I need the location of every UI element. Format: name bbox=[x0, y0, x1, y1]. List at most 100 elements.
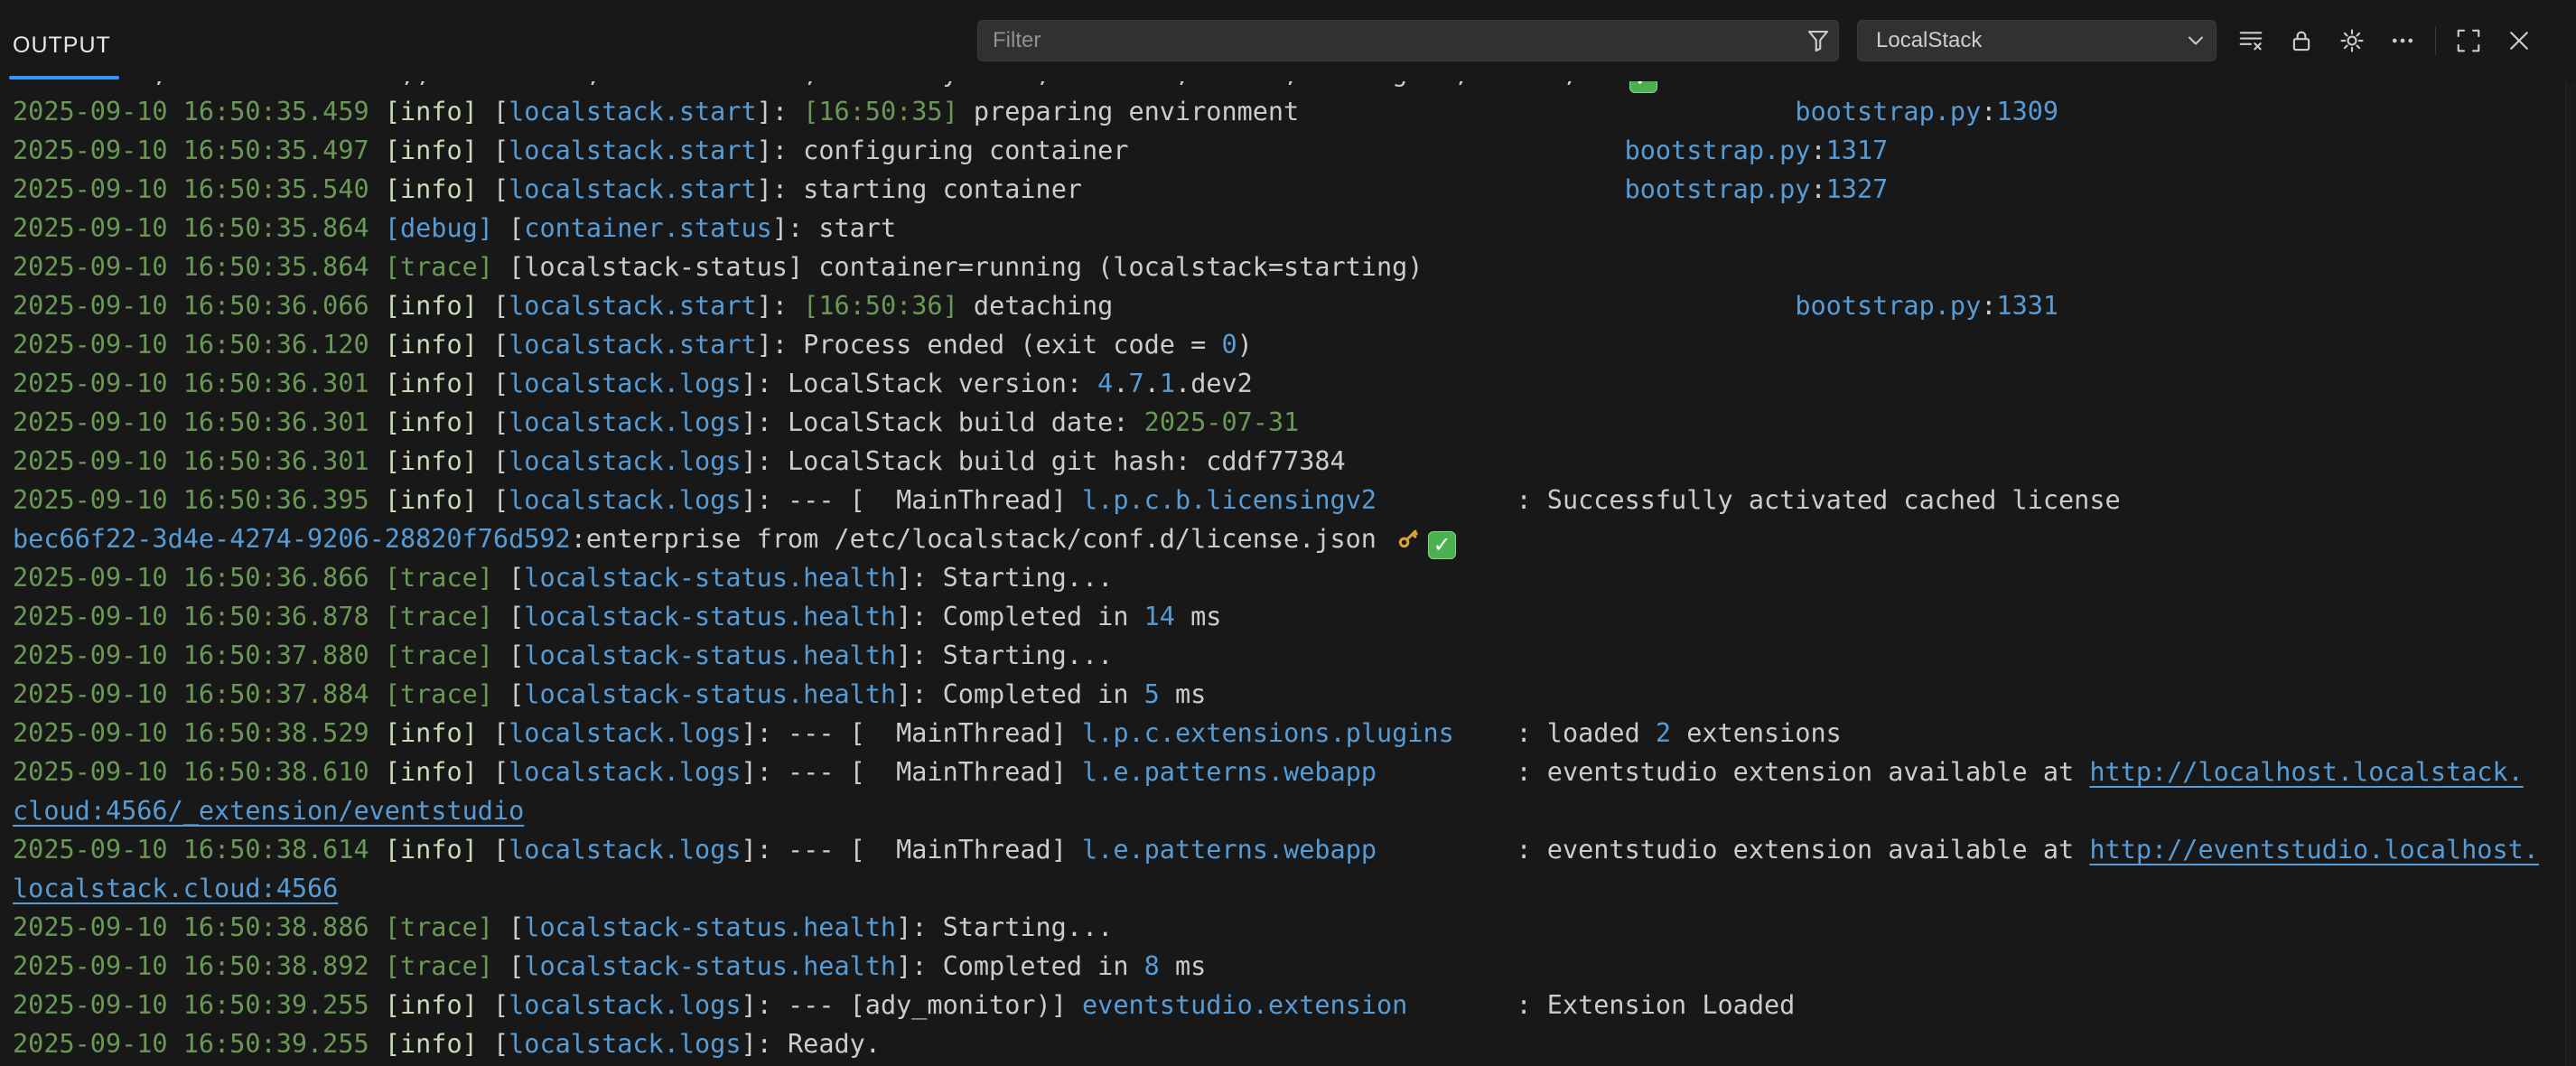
log-text: ]: bbox=[742, 990, 788, 1020]
log-text: : bbox=[1981, 291, 1996, 321]
log-text: localstack.logs bbox=[509, 369, 741, 398]
log-text: LocalStack build git hash: cddf77384 bbox=[788, 446, 1346, 476]
log-url-link[interactable]: localstack.cloud:4566 bbox=[13, 874, 338, 903]
more-icon bbox=[2389, 27, 2416, 54]
log-text: [ bbox=[493, 718, 509, 748]
log-text: localstack.logs bbox=[509, 718, 741, 748]
log-text: ]: bbox=[896, 679, 942, 709]
log-url-link[interactable]: http://localhost.localstack. bbox=[2089, 757, 2523, 787]
log-row: 2025-09-10 16:50:36.301 [info] [localsta… bbox=[13, 442, 2563, 481]
log-text: [info] bbox=[385, 835, 478, 865]
log-text: ]: bbox=[772, 213, 818, 243]
log-text bbox=[369, 330, 385, 360]
log-text: LocalStack version: bbox=[788, 369, 1097, 398]
log-text: ) bbox=[1237, 330, 1253, 360]
filter-input[interactable] bbox=[978, 28, 1798, 53]
file-link[interactable]: bootstrap.py bbox=[1625, 136, 1811, 165]
check-emoji: ✓ bbox=[1428, 531, 1456, 559]
log-text: [info] bbox=[385, 407, 478, 437]
settings-button[interactable] bbox=[2327, 20, 2377, 61]
log-text: ms bbox=[1160, 679, 1206, 709]
log-text: Starting... bbox=[943, 641, 1114, 670]
log-text: 2025-09-10 16:50:35.864 bbox=[13, 252, 369, 282]
log-text: [trace] bbox=[385, 679, 493, 709]
log-text bbox=[1454, 718, 1517, 748]
more-actions-button[interactable] bbox=[2377, 20, 2428, 61]
tab-output[interactable]: OUTPUT bbox=[13, 33, 111, 59]
log-text: [ bbox=[493, 369, 509, 398]
log-row: 2025-09-10 16:50:38.614 [info] [localsta… bbox=[13, 830, 2563, 869]
log-text: . , . ,, . , . , . y ,. , , g , ., bbox=[13, 81, 1593, 88]
lock-button[interactable] bbox=[2276, 20, 2327, 61]
log-text: ]: bbox=[742, 369, 788, 398]
log-text: 2025-09-10 16:50:36.878 bbox=[13, 602, 369, 631]
log-text: : eventstudio extension available at bbox=[1516, 835, 2089, 865]
log-url-link[interactable]: cloud:4566/_extension/eventstudio bbox=[13, 796, 524, 826]
log-text: --- [ady_monitor)] bbox=[788, 990, 1082, 1020]
log-text bbox=[493, 679, 509, 709]
log-text: ]: bbox=[896, 563, 942, 593]
log-text: l.e.patterns.webapp bbox=[1082, 757, 1377, 787]
log-text bbox=[478, 1029, 493, 1059]
log-text: 14 bbox=[1144, 602, 1175, 631]
log-text: 7 bbox=[1129, 369, 1144, 398]
log-text: [ bbox=[509, 213, 524, 243]
log-text: localstack-status.health bbox=[524, 679, 896, 709]
log-lines[interactable]: . , . ,, . , . , . y ,. , , g , ., ✓2025… bbox=[13, 81, 2563, 1066]
log-text: ]: bbox=[757, 97, 803, 126]
close-panel-button[interactable] bbox=[2494, 20, 2544, 61]
log-text: l.p.c.extensions.plugins bbox=[1082, 718, 1454, 748]
log-text: [info] bbox=[385, 446, 478, 476]
log-text: 2025-09-10 16:50:37.884 bbox=[13, 679, 369, 709]
log-row: 2025-09-10 16:50:37.880 [trace] [localst… bbox=[13, 636, 2563, 675]
log-text: 2025-07-31 bbox=[1144, 407, 1300, 437]
log-text: localstack-status.health bbox=[524, 563, 896, 593]
file-link[interactable]: bootstrap.py bbox=[1795, 291, 1981, 321]
channel-select[interactable]: LocalStack bbox=[1857, 20, 2217, 61]
log-text: [ bbox=[493, 485, 509, 515]
log-text: starting container bbox=[803, 174, 1082, 204]
file-link[interactable]: 1309 bbox=[1996, 97, 2058, 126]
log-text: Starting... bbox=[943, 563, 1114, 593]
log-text: 2025-09-10 16:50:38.610 bbox=[13, 757, 369, 787]
log-text: 2025-09-10 16:50:36.301 bbox=[13, 446, 369, 476]
clear-output-button[interactable] bbox=[2226, 20, 2276, 61]
funnel-icon[interactable] bbox=[1798, 27, 1838, 54]
log-text: 2025-09-10 16:50:36.120 bbox=[13, 330, 369, 360]
log-text: : loaded bbox=[1516, 718, 1655, 748]
log-text: 2025-09-10 16:50:35.864 bbox=[13, 213, 369, 243]
log-text bbox=[493, 213, 509, 243]
log-text: localstack.logs bbox=[509, 990, 741, 1020]
log-text: localstack.logs bbox=[509, 485, 741, 515]
file-link[interactable]: 1317 bbox=[1826, 136, 1889, 165]
file-link[interactable]: bootstrap.py bbox=[1625, 174, 1811, 204]
log-text: 2025-09-10 16:50:35.459 bbox=[13, 97, 369, 126]
log-text bbox=[478, 369, 493, 398]
log-text: [ bbox=[509, 951, 524, 981]
file-link[interactable]: 1327 bbox=[1826, 174, 1889, 204]
maximize-panel-button[interactable] bbox=[2443, 20, 2494, 61]
log-text: [info] bbox=[385, 136, 478, 165]
log-text: detaching bbox=[958, 291, 1114, 321]
log-text: localstack.logs bbox=[509, 407, 741, 437]
log-text: 4 bbox=[1097, 369, 1113, 398]
log-text: ]: bbox=[757, 330, 803, 360]
log-text: 0 bbox=[1221, 330, 1237, 360]
log-text: [ bbox=[493, 990, 509, 1020]
active-tab-underline bbox=[9, 76, 119, 79]
log-row: 2025-09-10 16:50:36.878 [trace] [localst… bbox=[13, 597, 2563, 636]
log-row: bec66f22-3d4e-4274-9206-28820f76d592:ent… bbox=[13, 519, 2563, 558]
log-url-link[interactable]: http://eventstudio.localhost. bbox=[2089, 835, 2539, 865]
log-row: 2025-09-10 16:50:36.866 [trace] [localst… bbox=[13, 558, 2563, 597]
log-text: [info] bbox=[385, 1029, 478, 1059]
log-text: ms bbox=[1160, 951, 1206, 981]
scrollbar-track[interactable] bbox=[2565, 81, 2576, 1066]
file-link[interactable]: 1331 bbox=[1996, 291, 2058, 321]
log-text: 2025-09-10 16:50:38.886 bbox=[13, 912, 369, 942]
filter-box bbox=[977, 20, 1839, 61]
log-text bbox=[493, 951, 509, 981]
log-text: ]: bbox=[742, 446, 788, 476]
file-link[interactable]: bootstrap.py bbox=[1795, 97, 1981, 126]
log-text: ]: bbox=[742, 407, 788, 437]
log-text: : eventstudio extension available at bbox=[1516, 757, 2089, 787]
